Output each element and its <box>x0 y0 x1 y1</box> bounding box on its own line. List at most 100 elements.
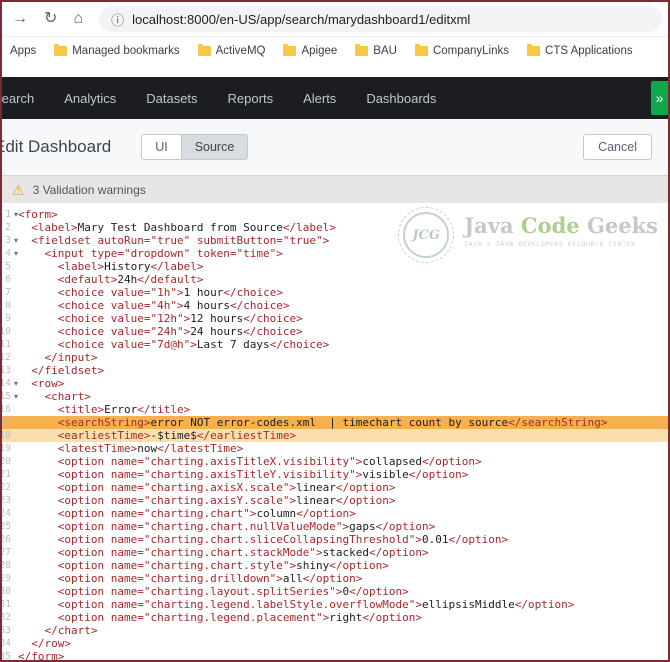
forward-icon[interactable]: → <box>12 11 28 27</box>
validation-warning-text: 3 Validation warnings <box>32 182 146 197</box>
editor-line[interactable]: 17 <searchString>error NOT error-codes.x… <box>2 416 668 429</box>
green-arrow-badge[interactable]: » <box>651 81 668 115</box>
nav-item-alerts[interactable]: Alerts <box>303 91 336 106</box>
editor-line[interactable]: 3 ▾ <fieldset autoRun="true" submitButton… <box>2 234 668 247</box>
bookmark-label: ActiveMQ <box>215 45 266 57</box>
validation-warning-bar[interactable]: ⚠ 3 Validation warnings <box>2 175 668 203</box>
editor-line[interactable]: 14▾ <row> <box>2 377 668 390</box>
line-number: 5 <box>5 261 11 272</box>
fold-toggle-icon[interactable]: ▾ <box>14 247 18 260</box>
reload-icon[interactable]: ↻ <box>44 11 57 27</box>
editor-line[interactable]: 8 <choice value="4h">4 hours</choice> <box>2 299 668 312</box>
nav-item-search[interactable]: Search <box>2 91 34 106</box>
fold-toggle-icon[interactable]: ▾ <box>14 377 18 390</box>
editor-line[interactable]: 32 <option name="charting.legend.placeme… <box>2 611 668 624</box>
line-number: 14▾ <box>2 377 18 390</box>
bookmark-item[interactable]: BAU <box>355 44 397 57</box>
home-icon[interactable]: ⌂ <box>73 11 83 27</box>
editor-line[interactable]: 33 </chart> <box>2 624 668 637</box>
line-number: 28 <box>2 560 11 571</box>
editor-line[interactable]: 6 <default>24h</default> <box>2 273 668 286</box>
editor-line[interactable]: 9 <choice value="12h">12 hours</choice> <box>2 312 668 325</box>
nav-item-dashboards[interactable]: Dashboards <box>366 91 436 106</box>
folder-icon <box>54 44 68 56</box>
line-number: 15▾ <box>2 390 18 403</box>
editor-line[interactable]: 21 <option name="charting.axisTitleY.vis… <box>2 468 668 481</box>
editor-line[interactable]: 24 <option name="charting.chart">column<… <box>2 507 668 520</box>
line-number: 23 <box>2 495 11 506</box>
editor-lines: 1 ▾ <form> 2 <label>Mary Test Dashboard fro… <box>2 208 668 660</box>
bookmark-item[interactable]: Apigee <box>283 44 338 57</box>
bookmark-item[interactable]: Managed bookmarks <box>54 44 180 57</box>
editor-line[interactable]: 30 <option name="charting.layout.splitSe… <box>2 585 668 598</box>
editor-line[interactable]: 20 <option name="charting.axisTitleX.vis… <box>2 455 668 468</box>
url-text: localhost:8000/en-US/app/search/marydash… <box>132 11 471 27</box>
bookmark-label: Apigee <box>301 45 338 57</box>
line-number: 6 <box>5 274 11 285</box>
bookmark-item[interactable]: CTS Applications <box>527 44 633 57</box>
line-number: 1 ▾ <box>5 208 18 221</box>
xml-source-editor[interactable]: 1 ▾ <form> 2 <label>Mary Test Dashboard fro… <box>2 203 668 660</box>
site-info-icon[interactable]: ⓘ <box>111 10 124 29</box>
editor-line[interactable]: 11 <choice value="7d@h">Last 7 days</cho… <box>2 338 668 351</box>
ui-mode-button[interactable]: UI <box>141 134 182 160</box>
editor-line[interactable]: 22 <option name="charting.axisX.scale">l… <box>2 481 668 494</box>
chrome-divider <box>2 65 668 77</box>
fold-toggle-icon[interactable]: ▾ <box>14 208 18 221</box>
bookmark-item[interactable]: CompanyLinks <box>414 44 510 57</box>
editor-line[interactable]: 23 <option name="charting.axisY.scale">l… <box>2 494 668 507</box>
line-number: 33 <box>2 625 11 636</box>
fold-toggle-icon[interactable]: ▾ <box>14 390 18 403</box>
editor-line[interactable]: 13 </fieldset> <box>2 364 668 377</box>
editor-line[interactable]: 15▾ <chart> <box>2 390 668 403</box>
editor-line[interactable]: 26 <option name="charting.chart.sliceCol… <box>2 533 668 546</box>
bookmark-label: Managed bookmarks <box>72 45 180 57</box>
editor-line[interactable]: 18 <earliestTime>-$time$</earliestTime> <box>2 429 668 442</box>
bookmarks-bar: Apps Managed bookmarks ActiveMQ Apigee BAU Co… <box>2 36 668 65</box>
line-number: 30 <box>2 586 11 597</box>
editor-line[interactable]: 34 </row> <box>2 637 668 650</box>
editor-line[interactable]: 35</form> <box>2 650 668 660</box>
editor-line[interactable]: 28 <option name="charting.chart.style">s… <box>2 559 668 572</box>
line-number: 17 <box>2 417 11 428</box>
editor-line[interactable]: 27 <option name="charting.chart.stackMod… <box>2 546 668 559</box>
editor-line[interactable]: 29 <option name="charting.drilldown">all… <box>2 572 668 585</box>
line-number: 16 <box>2 404 11 415</box>
line-number: 32 <box>2 612 11 623</box>
editor-line[interactable]: 4 ▾ <input type="dropdown" token="time"> <box>2 247 668 260</box>
line-number: 9 <box>5 313 11 324</box>
line-number: 7 <box>5 287 11 298</box>
nav-item-datasets[interactable]: Datasets <box>146 91 197 106</box>
bookmark-label: BAU <box>373 45 397 57</box>
source-mode-button[interactable]: Source <box>181 134 249 160</box>
editor-line[interactable]: 1 ▾ <form> <box>2 208 668 221</box>
editor-line[interactable]: 12 </input> <box>2 351 668 364</box>
editor-line[interactable]: 7 <choice value="1h">1 hour</choice> <box>2 286 668 299</box>
line-number: 29 <box>2 573 11 584</box>
line-number: 18 <box>2 430 11 441</box>
editor-line[interactable]: 19 <latestTime>now</latestTime> <box>2 442 668 455</box>
editor-line[interactable]: 31 <option name="charting.legend.labelSt… <box>2 598 668 611</box>
address-bar[interactable]: ⓘ localhost:8000/en-US/app/search/maryda… <box>99 6 662 32</box>
fold-toggle-icon[interactable]: ▾ <box>14 234 18 247</box>
nav-item-reports[interactable]: Reports <box>228 91 274 106</box>
line-number: 22 <box>2 482 11 493</box>
browser-toolbar: → ↻ ⌂ ⓘ localhost:8000/en-US/app/search/… <box>2 2 668 36</box>
cancel-button[interactable]: Cancel <box>583 134 652 160</box>
bookmark-item[interactable]: Apps <box>10 45 36 57</box>
editor-line[interactable]: 16 <title>Error</title> <box>2 403 668 416</box>
line-number: 21 <box>2 469 11 480</box>
editor-line[interactable]: 2 <label>Mary Test Dashboard from Source… <box>2 221 668 234</box>
line-number: 25 <box>2 521 11 532</box>
bookmark-item[interactable]: ActiveMQ <box>197 44 266 57</box>
editor-line[interactable]: 5 <label>History</label> <box>2 260 668 273</box>
nav-item-analytics[interactable]: Analytics <box>64 91 116 106</box>
bookmark-label: CTS Applications <box>545 45 633 57</box>
line-number: 24 <box>2 508 11 519</box>
line-number: 26 <box>2 534 11 545</box>
line-number: 34 <box>2 638 11 649</box>
editor-line[interactable]: 10 <choice value="24h">24 hours</choice> <box>2 325 668 338</box>
editor-line[interactable]: 25 <option name="charting.chart.nullValu… <box>2 520 668 533</box>
page-title: Edit Dashboard <box>0 137 112 156</box>
bookmark-label: CompanyLinks <box>432 45 510 57</box>
